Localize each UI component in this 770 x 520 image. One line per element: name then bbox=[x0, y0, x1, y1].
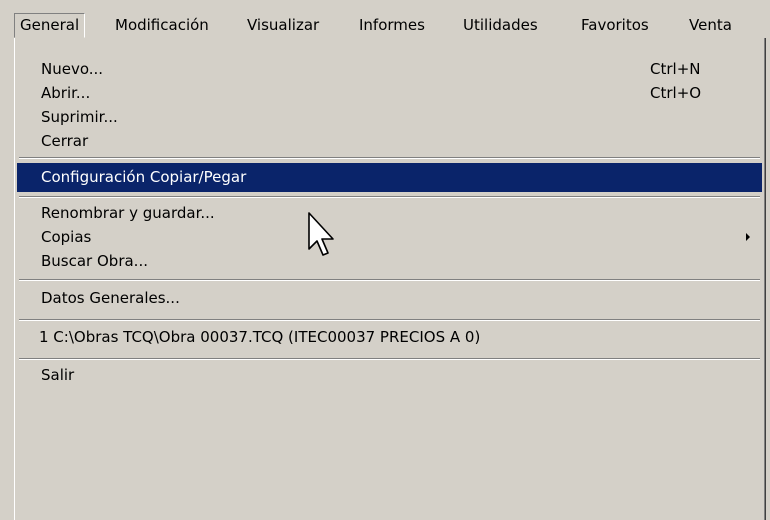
menu-item-datos-generales[interactable]: Datos Generales... bbox=[17, 286, 762, 310]
menu-item-label: 1 C:\Obras TCQ\Obra 00037.TCQ (ITEC00037… bbox=[39, 328, 481, 346]
menu-item-label: Suprimir... bbox=[41, 108, 118, 126]
menu-visualizar[interactable]: Visualizar bbox=[241, 13, 325, 38]
menu-item-label: Salir bbox=[41, 366, 75, 384]
menu-ventana[interactable]: Venta bbox=[683, 13, 738, 38]
menu-item-renombrar-guardar[interactable]: Renombrar y guardar... bbox=[17, 201, 762, 225]
menu-item-label: Nuevo... bbox=[41, 60, 104, 78]
general-dropdown-menu: Nuevo... Ctrl+N Abrir... Ctrl+O Suprimir… bbox=[14, 38, 766, 520]
menu-favoritos[interactable]: Favoritos bbox=[575, 13, 655, 38]
menu-item-label: Datos Generales... bbox=[41, 289, 180, 307]
mouse-pointer-icon bbox=[308, 212, 334, 256]
menu-item-label: Buscar Obra... bbox=[41, 252, 148, 270]
submenu-arrow-icon bbox=[746, 233, 750, 241]
menu-general[interactable]: General bbox=[14, 13, 86, 38]
menu-item-abrir[interactable]: Abrir... Ctrl+O bbox=[17, 81, 762, 105]
shortcut-label: Ctrl+O bbox=[650, 84, 702, 102]
menu-item-recent-file[interactable]: 1 C:\Obras TCQ\Obra 00037.TCQ (ITEC00037… bbox=[17, 325, 762, 349]
menu-item-label: Cerrar bbox=[41, 132, 89, 150]
menu-item-label: Abrir... bbox=[41, 84, 91, 102]
menu-item-label: Configuración Copiar/Pegar bbox=[41, 168, 247, 186]
menu-item-nuevo[interactable]: Nuevo... Ctrl+N bbox=[17, 57, 762, 81]
menu-item-cerrar[interactable]: Cerrar bbox=[17, 129, 762, 153]
menu-modificacion[interactable]: Modificación bbox=[109, 13, 215, 38]
menu-item-label: Renombrar y guardar... bbox=[41, 204, 215, 222]
menu-separator bbox=[19, 157, 760, 159]
menu-item-suprimir[interactable]: Suprimir... bbox=[17, 105, 762, 129]
menu-separator bbox=[19, 196, 760, 198]
menu-item-label: Copias bbox=[41, 228, 92, 246]
menu-item-salir[interactable]: Salir bbox=[17, 363, 762, 387]
menu-separator bbox=[19, 279, 760, 281]
menu-item-buscar-obra[interactable]: Buscar Obra... bbox=[17, 249, 762, 273]
menu-utilidades[interactable]: Utilidades bbox=[457, 13, 544, 38]
menu-separator bbox=[19, 358, 760, 360]
menu-bar: General Modificación Visualizar Informes… bbox=[0, 0, 770, 38]
shortcut-label: Ctrl+N bbox=[650, 60, 701, 78]
menu-informes[interactable]: Informes bbox=[353, 13, 431, 38]
menu-item-copias[interactable]: Copias bbox=[17, 225, 762, 249]
menu-item-configuracion-copiar-pegar[interactable]: Configuración Copiar/Pegar bbox=[17, 163, 762, 192]
menu-separator bbox=[19, 319, 760, 321]
